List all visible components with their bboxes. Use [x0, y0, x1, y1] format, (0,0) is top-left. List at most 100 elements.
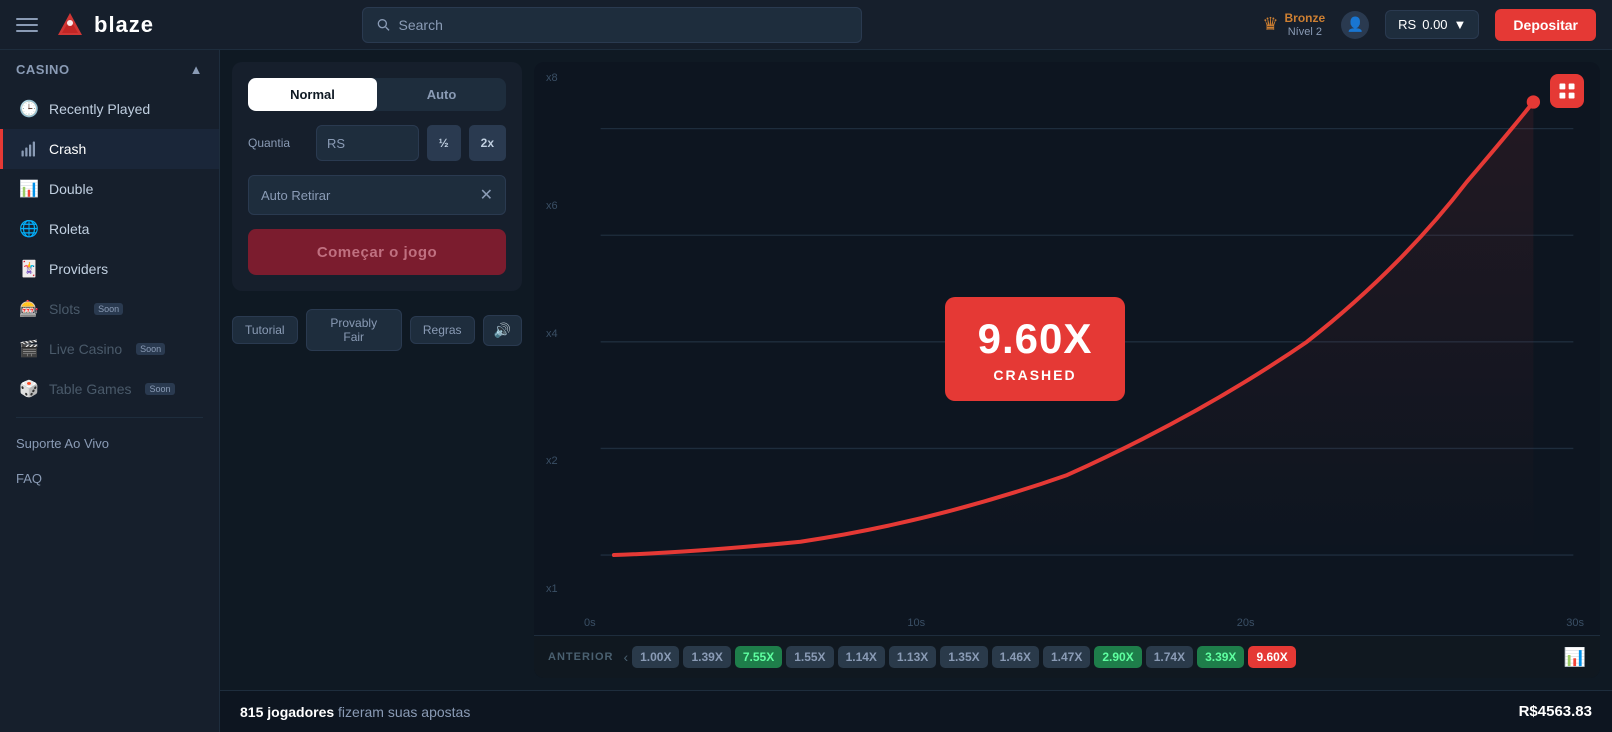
sidebar-item-providers[interactable]: 🃏 Providers [0, 249, 219, 289]
quantia-currency: RS [327, 136, 345, 151]
live-casino-badge: Soon [136, 343, 165, 355]
nivel-label: Nível 2 [1288, 26, 1322, 38]
double-btn[interactable]: 2x [469, 125, 506, 161]
y-label-x4: x4 [546, 328, 558, 340]
sidebar-item-live-casino[interactable]: 🎬 Live Casino Soon [0, 329, 219, 369]
mult-badge-3: 1.55X [786, 646, 833, 668]
sidebar-collapse-icon[interactable]: ▲ [190, 62, 203, 77]
double-label: Double [49, 181, 93, 197]
roleta-icon: 🌐 [19, 219, 39, 239]
recently-played-label: Recently Played [49, 101, 150, 117]
tab-auto[interactable]: Auto [377, 78, 506, 111]
table-games-label: Table Games [49, 381, 131, 397]
bottom-bar: Tutorial Provably Fair Regras 🔊 [232, 301, 522, 359]
anterior-label: ANTERIOR [548, 651, 613, 663]
roleta-label: Roleta [49, 221, 89, 237]
slots-label: Slots [49, 301, 80, 317]
regras-button[interactable]: Regras [410, 316, 475, 344]
crash-multiplier: 9.60X [977, 315, 1093, 363]
y-axis-labels: x1 x2 x4 x6 x8 [546, 62, 558, 605]
level-info: ♛ Bronze Nível 2 [1262, 11, 1325, 38]
crash-crashed-label: CRASHED [977, 367, 1093, 383]
crash-display: 9.60X CRASHED [945, 297, 1125, 401]
sidebar-faq[interactable]: FAQ [0, 461, 219, 496]
recently-played-icon: 🕒 [19, 99, 39, 119]
sound-button[interactable]: 🔊 [483, 315, 522, 346]
search-icon [377, 18, 390, 32]
y-label-x8: x8 [546, 72, 558, 84]
quantia-input-group[interactable]: RS [316, 125, 419, 161]
quantia-label: Quantia [248, 136, 308, 150]
sidebar-item-table-games[interactable]: 🎲 Table Games Soon [0, 369, 219, 409]
mult-badge-2: 7.55X [735, 646, 782, 668]
table-games-icon: 🎲 [19, 379, 39, 399]
crash-icon [19, 139, 39, 159]
balance-amount: 0.00 [1422, 17, 1447, 32]
level-badge: Bronze Nível 2 [1285, 11, 1326, 38]
search-bar[interactable] [362, 7, 862, 43]
players-count: 815 jogadores [240, 704, 334, 720]
y-label-x1: x1 [546, 583, 558, 595]
total-amount: R$4563.83 [1519, 703, 1592, 720]
bet-tab-row: Normal Auto [248, 78, 506, 111]
chart-stats-icon[interactable]: 📊 [1564, 647, 1586, 668]
balance-chevron-icon: ▼ [1454, 17, 1467, 32]
logo-text: blaze [94, 12, 154, 38]
balance-currency: RS [1398, 17, 1416, 32]
auto-retirar-row: Auto Retirar ✕ [248, 175, 506, 215]
menu-icon[interactable] [16, 18, 38, 32]
chart-area: x1 x2 x4 x6 x8 [534, 62, 1600, 635]
y-label-x6: x6 [546, 200, 558, 212]
auto-retirar-close[interactable]: ✕ [480, 185, 493, 205]
table-games-badge: Soon [145, 383, 174, 395]
live-casino-icon: 🎬 [19, 339, 39, 359]
main-layout: Casino ▲ 🕒 Recently Played Crash 📊 Doubl… [0, 50, 1612, 732]
deposit-button[interactable]: Depositar [1495, 9, 1596, 41]
mult-badge-6: 1.35X [940, 646, 987, 668]
mult-badge-4: 1.14X [838, 646, 885, 668]
bottom-stats: 815 jogadores fizeram suas apostas R$456… [220, 690, 1612, 732]
slots-icon: 🎰 [19, 299, 39, 319]
header-right: ♛ Bronze Nível 2 👤 RS 0.00 ▼ Depositar [1262, 9, 1596, 41]
chart-corner-icon [1550, 74, 1584, 108]
mult-badge-5: 1.13X [889, 646, 936, 668]
x-label-20s: 20s [1237, 617, 1255, 629]
main-content: Normal Auto Quantia RS ½ 2x Auto [220, 50, 1612, 732]
x-label-0s: 0s [584, 617, 596, 629]
live-casino-label: Live Casino [49, 341, 122, 357]
sidebar-item-roleta[interactable]: 🌐 Roleta [0, 209, 219, 249]
double-icon: 📊 [19, 179, 39, 199]
quantia-row: Quantia RS ½ 2x [248, 125, 506, 161]
x-label-10s: 10s [907, 617, 925, 629]
crown-icon: ♛ [1262, 14, 1278, 35]
providers-label: Providers [49, 261, 108, 277]
chart-panel: x1 x2 x4 x6 x8 [534, 62, 1600, 678]
start-game-button[interactable]: Começar o jogo [248, 229, 506, 275]
mult-badge-0: 1.00X [632, 646, 679, 668]
sidebar-item-slots[interactable]: 🎰 Slots Soon [0, 289, 219, 329]
balance-button[interactable]: RS 0.00 ▼ [1385, 10, 1479, 39]
players-text: 815 jogadores fizeram suas apostas [240, 704, 470, 720]
search-input[interactable] [399, 17, 848, 33]
half-btn[interactable]: ½ [427, 125, 461, 161]
sidebar-item-crash[interactable]: Crash [0, 129, 219, 169]
sidebar-support[interactable]: Suporte Ao Vivo [0, 426, 219, 461]
y-label-x2: x2 [546, 455, 558, 467]
logo-icon [54, 9, 86, 41]
sidebar-section-header: Casino ▲ [0, 50, 219, 89]
sidebar-item-double[interactable]: 📊 Double [0, 169, 219, 209]
user-icon[interactable]: 👤 [1341, 11, 1369, 39]
provably-fair-button[interactable]: Provably Fair [306, 309, 402, 351]
anterior-bar: ANTERIOR ‹ 1.00X 1.39X 7.55X 1.55X 1.14X… [534, 635, 1600, 678]
logo: blaze [54, 9, 154, 41]
tab-normal[interactable]: Normal [248, 78, 377, 111]
sidebar-item-recently-played[interactable]: 🕒 Recently Played [0, 89, 219, 129]
mult-badge-7: 1.46X [992, 646, 1039, 668]
left-panel: Normal Auto Quantia RS ½ 2x Auto [232, 62, 522, 678]
header: blaze ♛ Bronze Nível 2 👤 RS 0.00 ▼ Depos… [0, 0, 1612, 50]
x-axis-labels: 0s 10s 20s 30s [584, 617, 1584, 629]
sidebar-divider [16, 417, 203, 418]
sidebar: Casino ▲ 🕒 Recently Played Crash 📊 Doubl… [0, 50, 220, 732]
tutorial-button[interactable]: Tutorial [232, 316, 298, 344]
prev-arrow-button[interactable]: ‹ [623, 649, 628, 665]
